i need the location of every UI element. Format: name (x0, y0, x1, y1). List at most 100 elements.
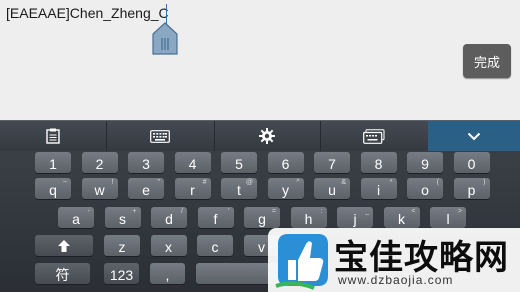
symbol-key-label: 符 (55, 266, 70, 283)
comma-key[interactable]: , (150, 263, 185, 284)
clipboard-icon (46, 128, 60, 144)
key-label: 0 (467, 155, 476, 172)
key-label: c (211, 238, 219, 255)
key-label: k (398, 210, 405, 227)
key-z[interactable]: z (104, 235, 140, 256)
key-j[interactable]: j _ (337, 207, 373, 228)
key-g[interactable]: g = (244, 207, 280, 228)
done-button[interactable]: 完成 (463, 44, 511, 78)
key-label: 3 (142, 155, 150, 172)
key-6[interactable]: 6 (267, 152, 304, 173)
keyboard-layout-icon (363, 128, 385, 144)
key-label: z (118, 238, 126, 255)
key-u[interactable]: u & (314, 178, 350, 199)
key-secondary-label: ^ (296, 179, 300, 186)
thumbs-up-logo-icon (275, 234, 328, 290)
key-1[interactable]: 1 (35, 152, 71, 173)
key-label: 6 (281, 155, 290, 172)
settings-button[interactable] (214, 121, 321, 151)
key-k[interactable]: k < (383, 207, 420, 228)
key-y[interactable]: y ^ (267, 178, 304, 199)
key-o[interactable]: o( (407, 178, 443, 199)
key-label: r (190, 181, 195, 198)
key-label: 4 (188, 155, 197, 172)
key-secondary-label: ) (483, 179, 486, 186)
key-label: j (353, 210, 357, 227)
key-secondary-label: - (87, 208, 90, 215)
key-label: g (258, 210, 266, 227)
key-2[interactable]: 2 (81, 152, 118, 173)
key-7[interactable]: 7 (314, 152, 350, 173)
key-label: h (304, 210, 313, 227)
symbol-key[interactable]: 符 (35, 263, 90, 284)
numeric-key-label: 123 (109, 266, 134, 283)
key-secondary-label: * (389, 179, 393, 186)
cursor-handle[interactable] (151, 22, 179, 56)
key-label: s (119, 210, 126, 227)
key-secondary-label: _ (365, 208, 369, 215)
key-f[interactable]: f ' (197, 207, 234, 228)
key-e[interactable]: e " (128, 178, 164, 199)
key-label: d (165, 210, 173, 227)
key-8[interactable]: 8 (360, 152, 397, 173)
keyboard-icon (150, 129, 170, 143)
key-l[interactable]: l > (430, 207, 466, 228)
shift-arrow-icon (58, 239, 70, 252)
key-secondary-label: & (341, 179, 346, 186)
keyboard-toolbar (0, 120, 520, 151)
key-p[interactable]: p) (453, 178, 490, 199)
key-0[interactable]: 0 (453, 152, 490, 173)
key-secondary-label: > (457, 208, 462, 215)
key-label: 5 (235, 155, 243, 172)
text-editor[interactable]: [EAEAAE]Chen_Zheng_C 完成 (0, 0, 520, 120)
numeric-key[interactable]: 123 (104, 263, 139, 284)
key-secondary-label: ! (111, 179, 114, 186)
key-s[interactable]: s + (104, 207, 141, 228)
key-c[interactable]: c (197, 235, 233, 256)
key-secondary-label: ~ (62, 179, 67, 186)
watermark-banner: 宝佳攻略网 www.dzbaojia.com (268, 228, 520, 292)
key-label: x (165, 238, 172, 255)
hide-keyboard-button[interactable] (428, 121, 520, 151)
clipboard-button[interactable] (0, 121, 107, 151)
key-secondary-label: = (271, 208, 276, 215)
key-d[interactable]: d / (151, 207, 187, 228)
editor-text[interactable]: [EAEAAE]Chen_Zheng_C (6, 5, 169, 21)
key-q[interactable]: q ~ (35, 178, 71, 199)
key-secondary-label: ( (436, 179, 439, 186)
key-label: t (237, 181, 241, 198)
key-3[interactable]: 3 (128, 152, 164, 173)
key-5[interactable]: 5 (221, 152, 257, 173)
key-label: 1 (49, 155, 57, 172)
key-label: v (258, 238, 265, 255)
key-r[interactable]: r # (174, 178, 211, 199)
key-label: 9 (421, 155, 429, 172)
gear-icon (259, 128, 275, 144)
key-label: 2 (95, 155, 104, 172)
key-label: q (49, 181, 57, 198)
key-secondary-label: ' (228, 208, 230, 215)
layout-button[interactable] (320, 121, 429, 151)
key-label: a (72, 210, 80, 227)
key-i[interactable]: i * (360, 178, 397, 199)
shift-key[interactable] (35, 235, 93, 256)
key-label: u (328, 181, 336, 198)
key-label: i (376, 181, 381, 198)
key-label: p (467, 181, 476, 198)
key-9[interactable]: 9 (407, 152, 443, 173)
key-h[interactable]: h: (290, 207, 327, 228)
key-label: y (282, 181, 289, 198)
keyboard-mode-button[interactable] (106, 121, 215, 151)
key-w[interactable]: w! (81, 178, 118, 199)
key-label: f (213, 210, 218, 227)
key-secondary-label: " (157, 179, 161, 186)
key-t[interactable]: t @ (221, 178, 257, 199)
key-x[interactable]: x (150, 235, 187, 256)
text-cursor (166, 4, 167, 24)
key-a[interactable]: a- (58, 207, 94, 228)
key-label: o (421, 181, 429, 198)
key-label: l (446, 210, 450, 227)
key-4[interactable]: 4 (174, 152, 211, 173)
key-label: e (142, 181, 150, 198)
key-label: 7 (328, 155, 336, 172)
